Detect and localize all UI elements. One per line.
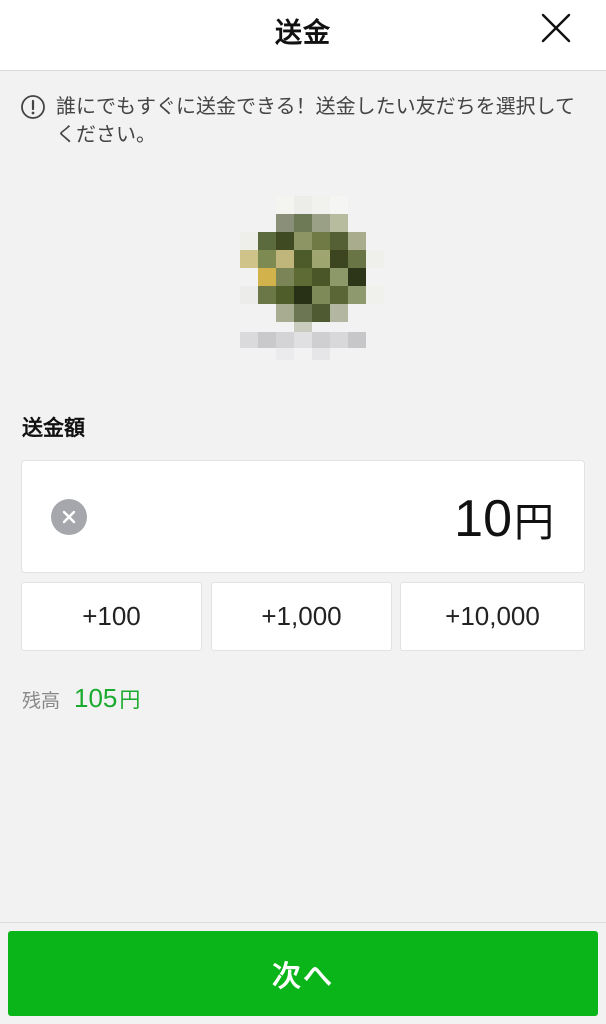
quick-add-row: +100 +1,000 +10,000 [21, 582, 585, 651]
quick-add-100-button[interactable]: +100 [21, 582, 202, 651]
amount-value-display: 10 円 [454, 489, 554, 549]
recipient-avatar[interactable] [226, 196, 386, 376]
avatar-mosaic [240, 196, 384, 360]
clear-icon [62, 510, 76, 524]
close-button[interactable] [538, 10, 574, 46]
quick-add-10000-button[interactable]: +10,000 [400, 582, 585, 651]
info-notice: 誰にでもすぐに送金できる！送金したい友だちを選択してください。 [20, 92, 580, 148]
balance-amount: 105 [74, 683, 118, 713]
balance-value: 105円 [74, 683, 140, 714]
amount-currency: 円 [514, 500, 554, 546]
quick-add-1000-button[interactable]: +1,000 [211, 582, 392, 651]
amount-label: 送金額 [22, 416, 85, 440]
balance-row: 残高 105円 [22, 683, 140, 714]
balance-label: 残高 [22, 690, 61, 712]
notice-text: 誰にでもすぐに送金できる！送金したい友だちを選択してください。 [56, 94, 575, 146]
clear-amount-button[interactable] [51, 499, 87, 535]
close-icon [541, 13, 571, 43]
balance-currency: 円 [119, 688, 141, 712]
next-button[interactable]: 次へ [8, 931, 598, 1016]
header-bar: 送金 [0, 0, 606, 71]
page-title: 送金 [275, 17, 331, 49]
amount-input[interactable]: 10 円 [21, 460, 585, 573]
amount-number: 10 [454, 490, 512, 548]
info-icon [21, 95, 45, 119]
